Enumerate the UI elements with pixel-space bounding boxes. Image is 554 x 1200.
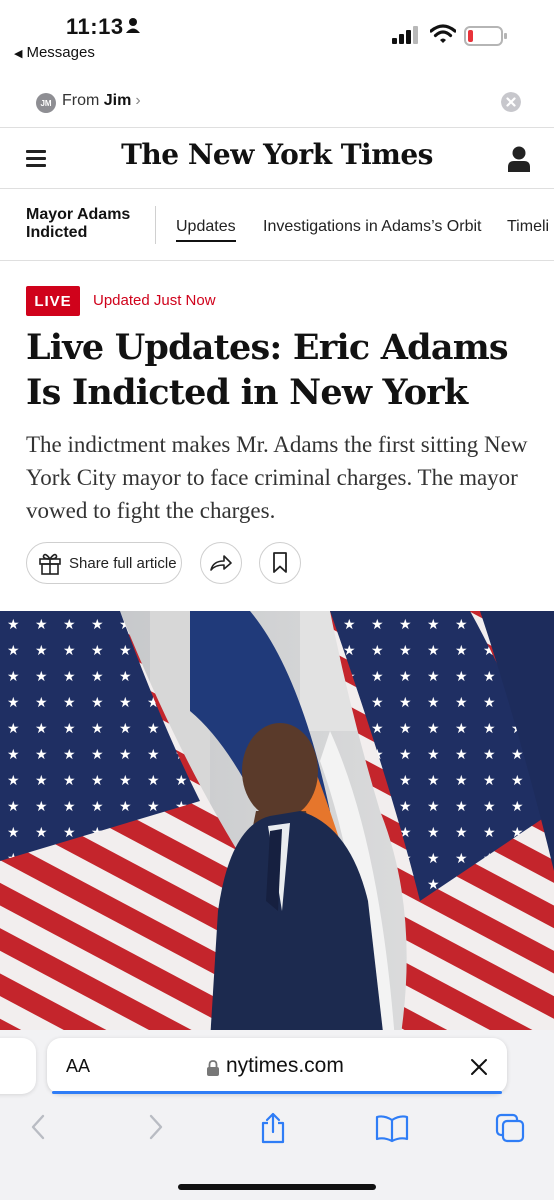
save-bookmark-button[interactable] (259, 542, 301, 584)
tab-updates[interactable]: Updates (176, 218, 236, 242)
flags-photo-illustration: ★ (0, 611, 554, 1041)
forward-chevron-icon[interactable] (146, 1112, 166, 1142)
status-bar: 11:13 ◀ Messages (0, 0, 554, 70)
bookmarks-book-icon[interactable] (374, 1112, 410, 1144)
article-headline: Live Updates: Eric Adams Is Indicted in … (26, 327, 509, 413)
nyt-logo[interactable]: The New York Times (0, 138, 554, 171)
bookmark-icon (273, 552, 287, 573)
lock-icon (207, 1060, 219, 1076)
chevron-right-icon: › (135, 92, 141, 109)
article-lead-photo: ★ (0, 611, 554, 1041)
close-banner-icon[interactable] (501, 92, 521, 112)
battery-low-icon (464, 26, 507, 46)
gift-icon (39, 553, 61, 575)
cellular-signal-icon (392, 26, 418, 44)
tab-timeline[interactable]: Timeli (507, 218, 549, 236)
updated-timestamp: Updated Just Now (93, 292, 216, 309)
previous-tab-card[interactable] (0, 1038, 36, 1094)
stop-loading-icon[interactable] (469, 1057, 489, 1077)
text-size-button[interactable]: AA (66, 1056, 90, 1077)
home-indicator[interactable] (178, 1184, 376, 1190)
wifi-icon (430, 24, 456, 43)
share-full-article-button[interactable]: Share full article (26, 542, 182, 584)
account-icon[interactable] (508, 146, 530, 172)
divider (0, 127, 554, 128)
article-summary: The indictment makes Mr. Adams the first… (26, 432, 528, 523)
divider (0, 260, 554, 261)
back-triangle-icon: ◀ (14, 48, 23, 60)
sender-name: Jim (103, 92, 132, 109)
back-to-app-button[interactable]: ◀ Messages (14, 44, 95, 61)
nav-divider (155, 206, 156, 244)
tabs-overview-icon[interactable] (494, 1112, 526, 1144)
live-badge: LIVE (26, 286, 80, 316)
divider (0, 188, 554, 189)
url-text[interactable]: nytimes.com (226, 1054, 344, 1078)
share-button[interactable] (200, 542, 242, 584)
clock-time: 11:13 (66, 14, 124, 39)
share-label: Share full article (69, 554, 177, 572)
share-arrow-icon (210, 555, 232, 571)
back-app-label: Messages (26, 44, 95, 61)
shared-from-label: From Jim › (62, 92, 141, 109)
back-chevron-icon[interactable] (28, 1112, 48, 1142)
avatar: JM (36, 93, 56, 113)
tab-investigations[interactable]: Investigations in Adams’s Orbit (263, 218, 481, 236)
section-title[interactable]: Mayor Adams Indicted (26, 206, 146, 242)
share-sheet-icon[interactable] (258, 1112, 288, 1144)
section-nav: Mayor Adams Indicted Updates Investigati… (0, 190, 554, 260)
shared-from-banner[interactable]: JM From Jim › (0, 80, 554, 126)
person-icon (126, 18, 140, 33)
page-load-progress (52, 1091, 502, 1094)
